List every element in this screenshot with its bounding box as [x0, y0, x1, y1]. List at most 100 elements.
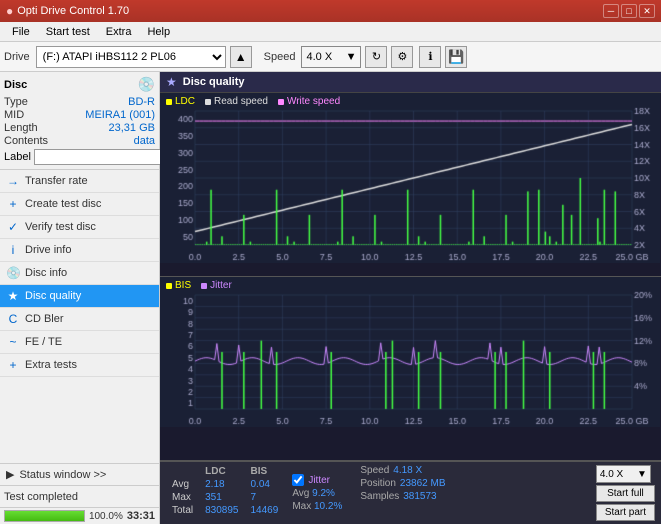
speed-selector-row: 4.0 X ▼: [596, 465, 655, 483]
stats-header-ldc: LDC: [199, 465, 244, 478]
minimize-button[interactable]: ─: [603, 4, 619, 18]
sidebar-cd-bler-label: CD Bler: [25, 313, 64, 325]
start-full-button[interactable]: Start full: [596, 485, 655, 502]
ldc-dot: [166, 99, 172, 105]
charts-area: LDC Read speed Write speed: [160, 93, 661, 524]
sidebar-progress-bar-container: [4, 510, 85, 522]
jitter-checkbox[interactable]: [292, 474, 304, 486]
create-test-disc-icon: +: [6, 197, 20, 211]
stats-table: LDC BIS Avg 2.18 0.04 Max 351 7: [166, 465, 284, 521]
disc-section: Disc 💿 Type BD-R MID MEIRA1 (001) Length…: [0, 72, 159, 170]
right-stats: Speed 4.18 X Position 23862 MB Samples 3…: [360, 465, 445, 521]
sidebar-create-test-label: Create test disc: [25, 198, 101, 210]
jitter-max-value: 10.2%: [314, 501, 342, 512]
nav-items: → Transfer rate + Create test disc ✓ Ver…: [0, 170, 159, 463]
legend-bis: BIS: [166, 280, 191, 291]
title-bar-title: ● Opti Drive Control 1.70: [6, 4, 129, 18]
chart1-container: LDC Read speed Write speed: [160, 93, 661, 277]
transfer-rate-icon: →: [6, 174, 20, 188]
disc-type-row: Type BD-R: [4, 96, 155, 108]
sidebar-disc-quality-label: Disc quality: [25, 290, 81, 302]
legend-ldc-label: LDC: [175, 96, 195, 107]
legend-read-speed-label: Read speed: [214, 96, 268, 107]
chart-area-header: ★ Disc quality: [160, 72, 661, 93]
sidebar-transfer-rate-label: Transfer rate: [25, 175, 88, 187]
stats-row-avg-bis: 0.04: [245, 478, 285, 491]
disc-length-row: Length 23,31 GB: [4, 122, 155, 134]
sidebar-item-cd-bler[interactable]: C CD Bler: [0, 308, 159, 331]
title-bar-controls: ─ □ ✕: [603, 4, 655, 18]
samples-stat-value: 381573: [403, 491, 436, 502]
speed-dropdown[interactable]: 4.0 X ▼: [301, 46, 361, 68]
jitter-avg-value: 9.2%: [312, 488, 335, 499]
position-stat-row: Position 23862 MB: [360, 478, 445, 489]
disc-type-value: BD-R: [128, 96, 155, 108]
menu-start-test[interactable]: Start test: [38, 24, 98, 40]
sidebar-progress-percent: 100.0%: [89, 511, 123, 522]
chart2-legend: BIS Jitter: [166, 280, 232, 291]
chart2-canvas: [160, 277, 660, 427]
stats-row-max-ldc: 351: [199, 491, 244, 504]
stats-speed-dropdown[interactable]: 4.0 X ▼: [596, 465, 651, 483]
chart-header-icon: ★: [166, 75, 177, 89]
stats-header-bis: BIS: [245, 465, 285, 478]
speed-stat-value: 4.18 X: [393, 465, 422, 476]
read-speed-dot: [205, 99, 211, 105]
menu-help[interactable]: Help: [139, 24, 178, 40]
sidebar-progress-row: 100.0% 33:31: [0, 507, 159, 524]
sidebar-item-fe-te[interactable]: ~ FE / TE: [0, 331, 159, 354]
menu-extra[interactable]: Extra: [98, 24, 140, 40]
disc-section-label: Disc: [4, 79, 27, 91]
maximize-button[interactable]: □: [621, 4, 637, 18]
stats-row-total-ldc: 830895: [199, 504, 244, 517]
chart1-canvas: [160, 93, 660, 263]
sidebar-item-disc-info[interactable]: 💿 Disc info: [0, 262, 159, 285]
sidebar-disc-info-label: Disc info: [25, 267, 67, 279]
sidebar-bottom-bar: Test completed: [0, 485, 159, 507]
sidebar-drive-info-label: Drive info: [25, 244, 71, 256]
disc-mid-row: MID MEIRA1 (001): [4, 109, 155, 121]
disc-contents-value: data: [134, 135, 155, 147]
sidebar-item-verify-test-disc[interactable]: ✓ Verify test disc: [0, 216, 159, 239]
refresh-button[interactable]: ↻: [365, 46, 387, 68]
info-button[interactable]: ℹ: [419, 46, 441, 68]
legend-jitter-label: Jitter: [210, 280, 232, 291]
menu-file[interactable]: File: [4, 24, 38, 40]
bis-dot: [166, 283, 172, 289]
stats-row-total-label: Total: [166, 504, 199, 517]
start-part-button[interactable]: Start part: [596, 504, 655, 521]
sidebar-item-disc-quality[interactable]: ★ Disc quality: [0, 285, 159, 308]
disc-mid-value: MEIRA1 (001): [85, 109, 155, 121]
extra-tests-icon: +: [6, 358, 20, 372]
stats-row-max-label: Max: [166, 491, 199, 504]
stats-speed-arrow-icon: ▼: [637, 469, 647, 480]
settings-button[interactable]: ⚙: [391, 46, 413, 68]
sidebar-item-transfer-rate[interactable]: → Transfer rate: [0, 170, 159, 193]
speed-selector-action: 4.0 X ▼ Start full Start part: [596, 465, 655, 521]
sidebar-progress-bar-fill: [5, 511, 84, 521]
drive-select[interactable]: (F:) ATAPI iHBS112 2 PL06: [36, 46, 226, 68]
jitter-max-row: Max 10.2%: [292, 501, 342, 512]
sidebar-item-drive-info[interactable]: i Drive info: [0, 239, 159, 262]
disc-label-input[interactable]: [34, 149, 172, 165]
eject-button[interactable]: ▲: [230, 46, 252, 68]
main-layout: Disc 💿 Type BD-R MID MEIRA1 (001) Length…: [0, 72, 661, 524]
save-button[interactable]: 💾: [445, 46, 467, 68]
speed-stat-row: Speed 4.18 X: [360, 465, 445, 476]
sidebar-item-extra-tests[interactable]: + Extra tests: [0, 354, 159, 377]
status-window-label: Status window >>: [19, 469, 106, 481]
dropdown-arrow-icon: ▼: [346, 51, 357, 63]
app-title: Opti Drive Control 1.70: [17, 5, 129, 17]
drive-label: Drive: [4, 51, 30, 63]
stats-speed-value: 4.0 X: [600, 469, 623, 480]
legend-read-speed: Read speed: [205, 96, 268, 107]
write-speed-dot: [278, 99, 284, 105]
sidebar-item-create-test-disc[interactable]: + Create test disc: [0, 193, 159, 216]
legend-ldc: LDC: [166, 96, 195, 107]
drive-info-icon: i: [6, 243, 20, 257]
sidebar-fe-te-label: FE / TE: [25, 336, 62, 348]
toolbar: Drive (F:) ATAPI iHBS112 2 PL06 ▲ Speed …: [0, 42, 661, 72]
disc-contents-row: Contents data: [4, 135, 155, 147]
close-button[interactable]: ✕: [639, 4, 655, 18]
status-window-item[interactable]: ▶ Status window >>: [0, 463, 159, 485]
